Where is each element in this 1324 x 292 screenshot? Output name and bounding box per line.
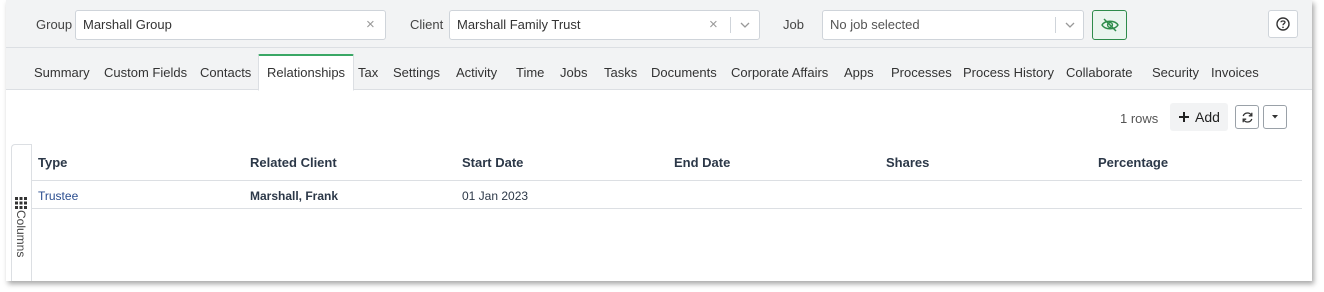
add-button[interactable]: Add xyxy=(1170,103,1228,131)
tab-summary[interactable]: Summary xyxy=(26,54,98,90)
tab-collaborate[interactable]: Collaborate xyxy=(1058,54,1141,90)
group-label: Group xyxy=(36,17,73,32)
tab-tax[interactable]: Tax xyxy=(350,54,386,90)
job-select[interactable]: No job selected xyxy=(822,10,1084,40)
group-value: Marshall Group xyxy=(83,17,172,32)
header-divider xyxy=(32,180,1302,181)
refresh-icon xyxy=(1242,111,1252,123)
columns-grid-icon[interactable] xyxy=(14,196,28,210)
row-count: 1 rows xyxy=(1120,111,1159,126)
group-clear-icon[interactable]: × xyxy=(366,11,375,39)
tab-tasks[interactable]: Tasks xyxy=(596,54,645,90)
header-start-date[interactable]: Start Date xyxy=(462,155,523,170)
tab-bar: Summary Custom Fields Contacts Relations… xyxy=(6,48,1312,91)
client-chevron-down-icon[interactable] xyxy=(740,20,750,30)
row-divider xyxy=(32,208,1302,209)
hide-toggle-button[interactable] xyxy=(1092,10,1127,40)
tab-settings[interactable]: Settings xyxy=(385,54,448,90)
tab-activity[interactable]: Activity xyxy=(448,54,505,90)
group-select[interactable]: Marshall Group × xyxy=(75,10,386,40)
options-dropdown-button[interactable] xyxy=(1263,105,1287,129)
cell-type[interactable]: Trustee xyxy=(38,189,78,203)
tab-security[interactable]: Security xyxy=(1144,54,1207,90)
client-divider xyxy=(730,17,731,33)
job-placeholder: No job selected xyxy=(830,17,920,32)
cell-related-client[interactable]: Marshall, Frank xyxy=(250,189,338,203)
header-shares[interactable]: Shares xyxy=(886,155,929,170)
help-button[interactable] xyxy=(1268,10,1298,38)
header-type[interactable]: Type xyxy=(38,155,67,170)
tab-jobs[interactable]: Jobs xyxy=(552,54,595,90)
job-divider xyxy=(1055,17,1056,33)
grid-divider xyxy=(31,144,32,281)
header-end-date[interactable]: End Date xyxy=(674,155,730,170)
tab-contacts[interactable]: Contacts xyxy=(192,54,259,90)
tab-apps[interactable]: Apps xyxy=(836,54,882,90)
job-chevron-down-icon[interactable] xyxy=(1065,20,1075,30)
tab-documents[interactable]: Documents xyxy=(643,54,725,90)
client-clear-icon[interactable]: × xyxy=(709,11,718,39)
header-related-client[interactable]: Related Client xyxy=(250,155,337,170)
app-window: Group Marshall Group × Client Marshall F… xyxy=(6,0,1312,281)
tab-process-history[interactable]: Process History xyxy=(955,54,1062,90)
plus-icon xyxy=(1179,112,1190,122)
job-label: Job xyxy=(783,17,804,32)
refresh-button[interactable] xyxy=(1235,105,1259,129)
tab-corporate-affairs[interactable]: Corporate Affairs xyxy=(723,54,836,90)
cell-start-date: 01 Jan 2023 xyxy=(462,189,529,203)
tab-processes[interactable]: Processes xyxy=(883,54,960,90)
columns-panel-label[interactable]: Columns xyxy=(14,210,28,257)
tab-time[interactable]: Time xyxy=(508,54,552,90)
help-icon xyxy=(1276,17,1290,31)
caret-down-icon xyxy=(1272,115,1278,119)
eye-off-icon xyxy=(1100,18,1119,32)
client-label: Client xyxy=(410,17,444,32)
tab-custom-fields[interactable]: Custom Fields xyxy=(96,54,195,90)
add-button-label: Add xyxy=(1195,109,1220,125)
tab-invoices[interactable]: Invoices xyxy=(1203,54,1267,90)
filter-bar: Group Marshall Group × Client Marshall F… xyxy=(6,0,1312,48)
client-value: Marshall Family Trust xyxy=(457,17,581,32)
client-select[interactable]: Marshall Family Trust × xyxy=(449,10,760,40)
header-percentage[interactable]: Percentage xyxy=(1098,155,1168,170)
tab-relationships[interactable]: Relationships xyxy=(258,54,355,91)
